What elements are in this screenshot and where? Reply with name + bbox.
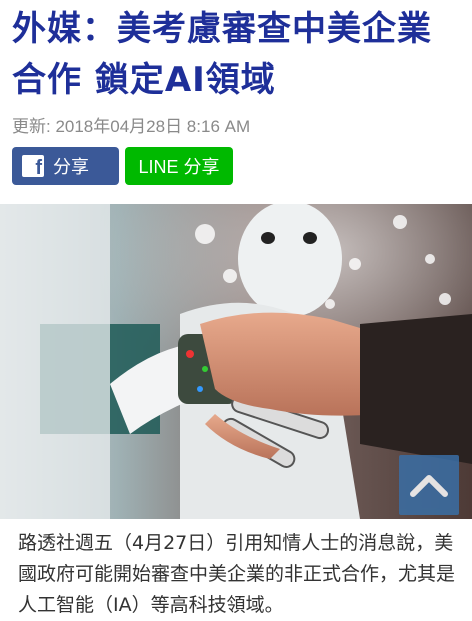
line-share-label: LINE 分享 bbox=[138, 157, 220, 177]
article-title: 外媒：美考慮審查中美企業合作 鎖定AI領域 bbox=[12, 9, 432, 100]
article-body: 路透社週五（4月27日）引用知情人士的消息說，美國政府可能開始審查中美企業的非正… bbox=[18, 532, 456, 616]
chevron-up-icon bbox=[410, 475, 448, 497]
scroll-to-top-button[interactable] bbox=[399, 455, 459, 515]
line-share-button[interactable]: LINE 分享 bbox=[125, 147, 233, 185]
facebook-share-label: 分享 bbox=[53, 157, 89, 177]
facebook-share-button[interactable]: f 分享 bbox=[12, 147, 119, 185]
updated-timestamp: 更新: 2018年04月28日 8:16 AM bbox=[12, 117, 251, 136]
facebook-icon: f bbox=[22, 155, 44, 177]
